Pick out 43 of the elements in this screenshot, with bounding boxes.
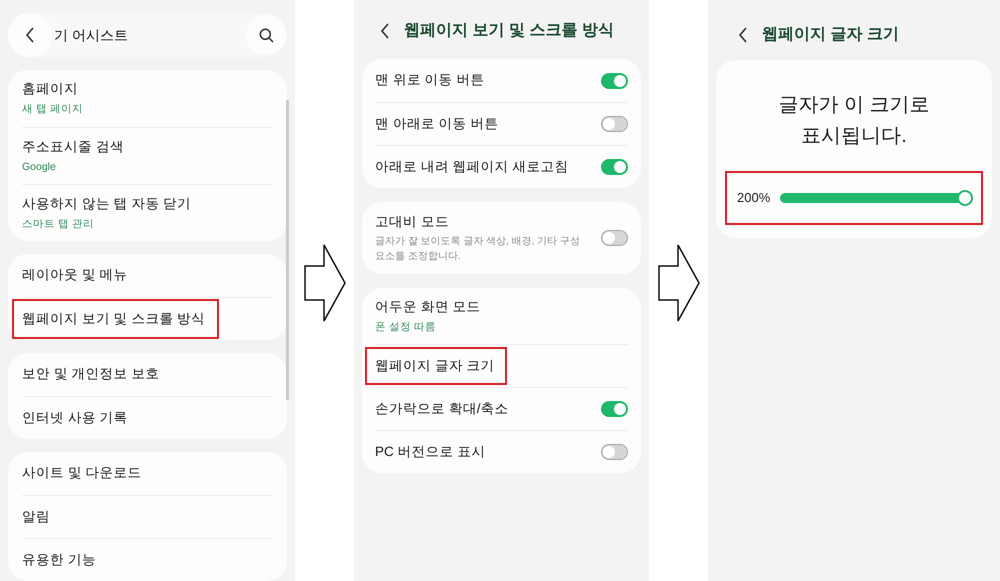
item-title: 맨 위로 이동 버튼 [375,71,484,90]
slider-thumb[interactable] [957,190,973,206]
arrow-icon [304,244,346,322]
item-title: 유용한 기능 [22,550,96,569]
item-title: 맨 아래로 이동 버튼 [375,114,498,133]
page-title: 웹페이지 글자 크기 [762,25,899,45]
item-subtitle: 새 탭 페이지 [22,102,84,118]
slider-reading: 200% [737,189,770,208]
page-title: 웹페이지 보기 및 스크롤 방식 [404,21,614,41]
item-title: 보안 및 개인정보 보호 [22,365,160,384]
item-title: 고대비 모드 [375,212,449,231]
back-icon[interactable] [738,27,748,43]
preview-text: 글자가 이 크기로 표시됩니다. [778,93,930,149]
toggle-switch[interactable] [601,230,628,246]
toggle-switch[interactable] [601,159,628,175]
item-description: 글자가 잘 보이도록 글자 색상, 배경, 기타 구성 요소를 조정합니다. [375,235,582,264]
item-title: 웹페이지 보기 및 스크롤 방식 [12,298,220,340]
item-subtitle: 스마트 탭 관리 [22,216,95,232]
item-title: 알림 [22,508,50,526]
item-title: 웹페이지 글자 크기 [365,346,507,386]
item-subtitle: 폰 설정 따름 [375,320,437,335]
arrow-icon [658,244,700,322]
item-title: 사용하지 않는 탭 자동 닫기 [22,194,192,212]
item-title: 인터넷 사용 기록 [22,408,128,427]
toggle-switch[interactable] [601,401,628,417]
header-title: 기 어시스트 [54,26,129,44]
search-icon [258,28,274,42]
toggle-switch[interactable] [601,116,628,132]
item-title: 아래로 내려 웹페이지 새로고침 [375,158,568,176]
item-title: 손가락으로 확대/축소 [375,400,509,418]
item-title: 주소표시줄 검색 [22,138,124,156]
scrollbar[interactable] [286,100,289,400]
item-title: 사이트 및 다운로드 [22,464,142,482]
item-title: PC 버전으로 표시 [375,442,486,461]
item-subtitle: Google [22,160,57,175]
item-title: 레이아웃 및 메뉴 [22,266,128,284]
search-button[interactable] [246,15,286,55]
toggle-switch[interactable] [601,72,628,88]
back-icon [25,27,35,43]
item-title: 어두운 화면 모드 [375,298,481,316]
back-icon[interactable] [380,23,390,39]
item-title: 홈페이지 [22,80,78,98]
toggle-switch[interactable] [601,444,628,460]
